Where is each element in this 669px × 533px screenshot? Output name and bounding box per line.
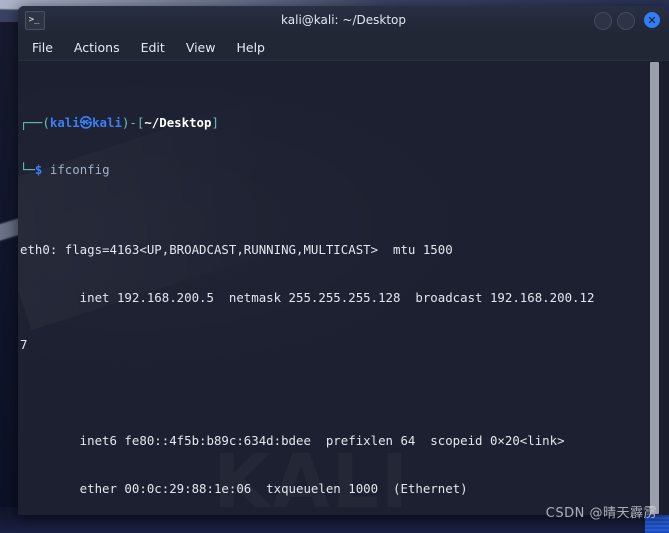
prompt-space-1 <box>42 162 49 177</box>
csdn-watermark: CSDN @晴天霹雳 <box>545 506 657 521</box>
terminal-screen[interactable]: ┌──(kali㉿kali)-[~/Desktop] └─$ ifconfig … <box>18 61 654 515</box>
prompt-at-icon-1: ㉿ <box>79 114 93 130</box>
prompt-host-1: kali <box>92 114 122 130</box>
output-line: inet 192.168.200.5 netmask 255.255.255.1… <box>20 289 595 305</box>
menu-item-actions[interactable]: Actions <box>72 39 122 56</box>
prompt-user-1: kali <box>49 114 80 130</box>
terminal-scrollbar[interactable] <box>650 61 659 515</box>
prompt-paren-close-1: )-[ <box>121 114 145 130</box>
menu-item-file[interactable]: File <box>30 39 55 56</box>
menu-item-view[interactable]: View <box>184 39 218 56</box>
close-button[interactable]: ✕ <box>644 12 660 28</box>
window-titlebar[interactable]: >_ kali@kali: ~/Desktop ✕ <box>18 6 669 34</box>
command-text: ifconfig <box>49 162 110 178</box>
terminal-window: >_ kali@kali: ~/Desktop ✕ File Actions E… <box>18 6 669 515</box>
maximize-button[interactable] <box>617 12 635 30</box>
terminal-body[interactable]: KALI "the quieter you become, the mor ┌─… <box>18 61 669 515</box>
window-title: kali@kali: ~/Desktop <box>281 13 406 27</box>
output-line: ether 00:0c:29:88:1e:06 txqueuelen 1000 … <box>20 480 468 496</box>
output-line: 7 <box>20 337 28 353</box>
minimize-button[interactable] <box>594 12 612 30</box>
scrollbar-thumb[interactable] <box>650 62 659 514</box>
prompt-box-bottom-1: └─ <box>20 162 35 178</box>
menubar: File Actions Edit View Help <box>18 34 669 61</box>
prompt-line-top-1: ┌──(kali㉿kali)-[~/Desktop] <box>20 115 654 131</box>
output-line: inet6 fe80::4f5b:b89c:634d:bdee prefixle… <box>20 432 565 448</box>
scrollbar-gutter <box>659 61 669 515</box>
prompt-paren-open-1: ( <box>42 114 50 130</box>
menu-item-edit[interactable]: Edit <box>139 39 167 56</box>
output-line: eth0: flags=4163<UP,BROADCAST,RUNNING,MU… <box>20 241 453 257</box>
menu-item-help[interactable]: Help <box>234 39 267 56</box>
prompt-box-top-1: ┌── <box>20 114 43 130</box>
prompt-line-bottom-1: └─$ ifconfig <box>20 162 654 178</box>
prompt-path-1: ~/Desktop <box>144 114 212 130</box>
prompt-bracket-close-1: ] <box>211 114 219 130</box>
close-icon: ✕ <box>647 13 657 27</box>
